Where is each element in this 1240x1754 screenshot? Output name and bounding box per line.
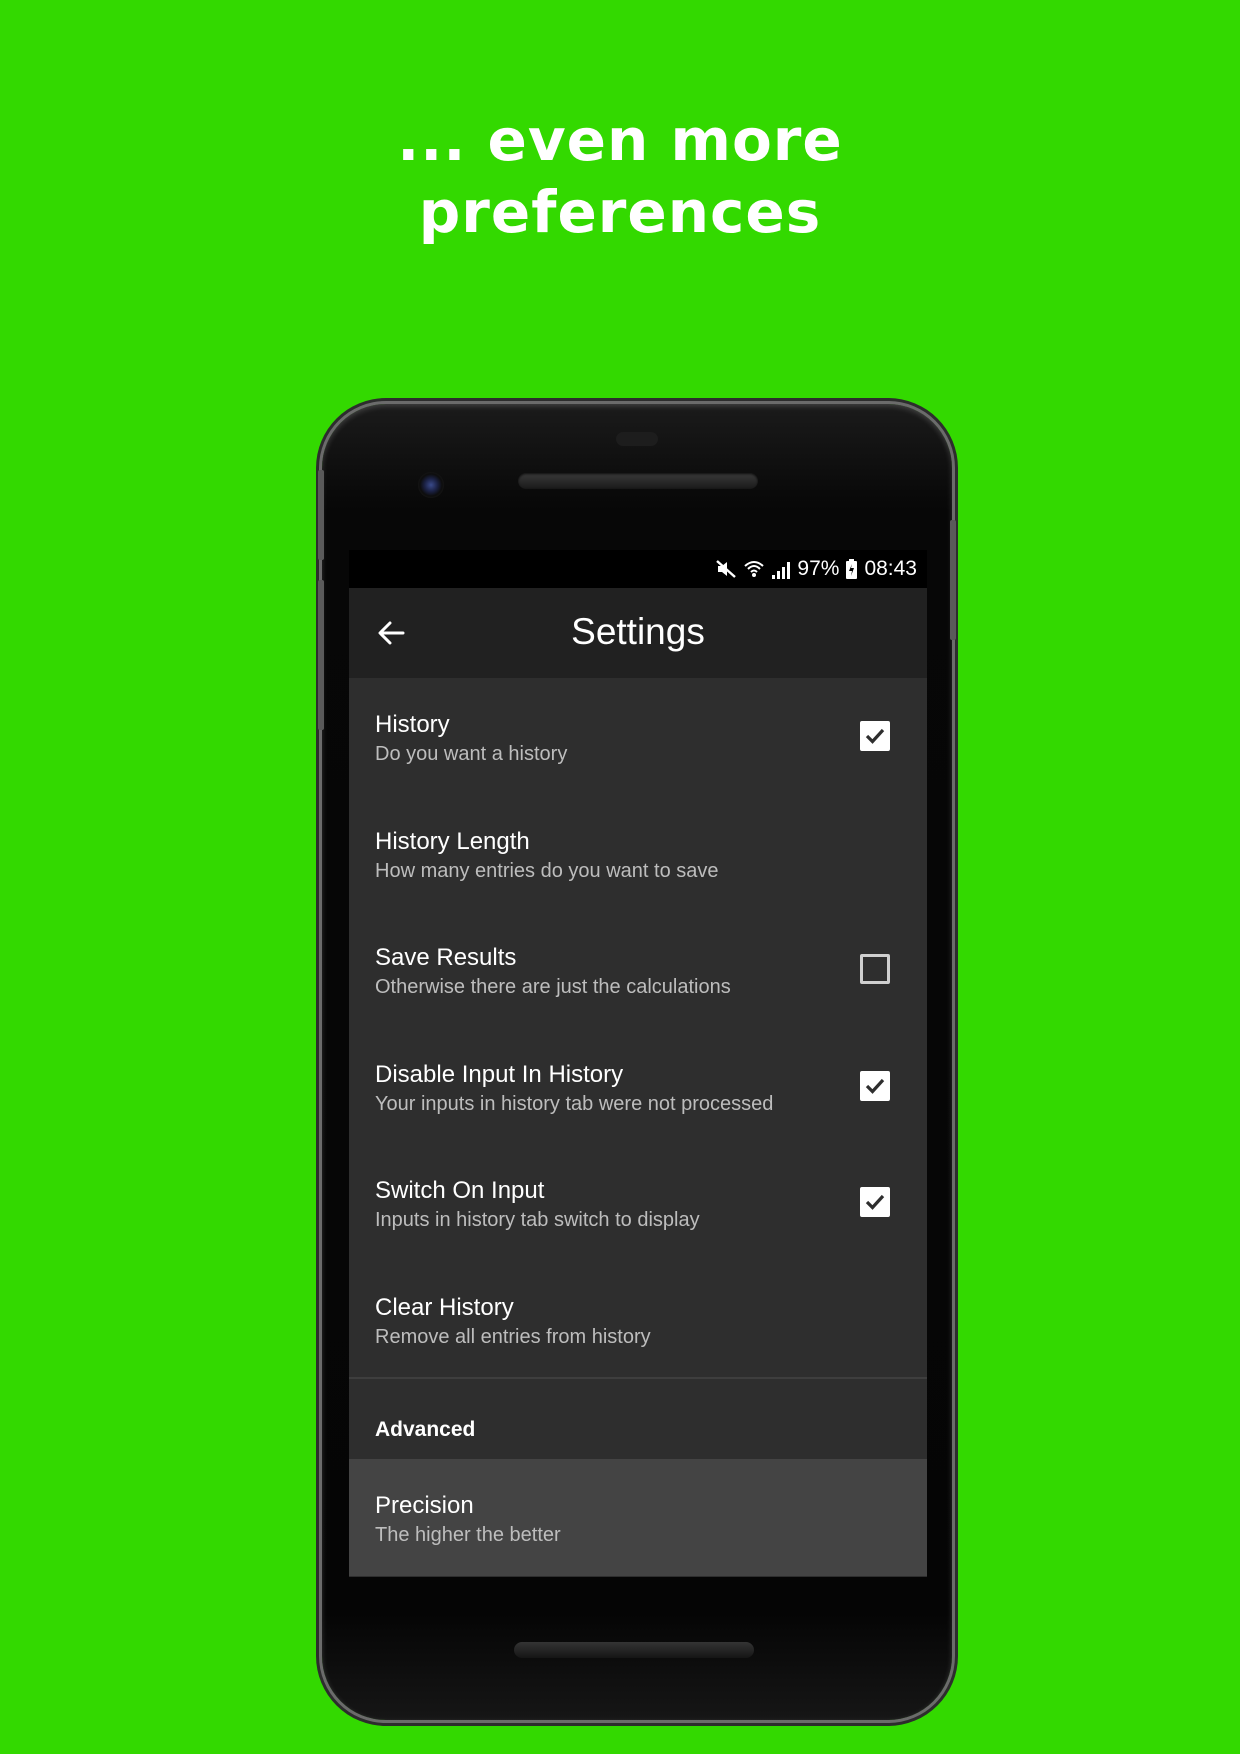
wifi-icon bbox=[743, 558, 765, 580]
signal-icon bbox=[771, 558, 791, 580]
phone-earpiece bbox=[518, 473, 758, 489]
pref-title: Disable Input In History bbox=[375, 1060, 624, 1088]
pref-save-results[interactable]: Save Results Otherwise there are just th… bbox=[349, 911, 927, 1028]
pref-disable-input-in-history[interactable]: Disable Input In History Your inputs in … bbox=[349, 1028, 927, 1145]
pref-summary: Your inputs in history tab were not proc… bbox=[375, 1092, 774, 1115]
disable-input-checkbox[interactable] bbox=[860, 1070, 890, 1101]
pref-title: Precision bbox=[375, 1492, 474, 1519]
status-time: 08:43 bbox=[864, 557, 917, 580]
pref-summary: How many entries do you want to save bbox=[375, 859, 719, 882]
headline-line-2: preferences bbox=[418, 178, 822, 246]
phone-volume-button bbox=[318, 580, 324, 730]
page-title: Settings bbox=[571, 611, 705, 652]
phone-side-button-right bbox=[950, 520, 956, 640]
pref-history[interactable]: History Do you want a history bbox=[349, 678, 927, 795]
headline-line-1: ... even more bbox=[397, 106, 843, 174]
category-advanced: Advanced bbox=[375, 1418, 476, 1441]
switch-on-input-checkbox[interactable] bbox=[860, 1187, 890, 1217]
phone-screen: 97% 08:43 Settings History Do you want a… bbox=[349, 550, 927, 1577]
pref-title: Clear History bbox=[375, 1293, 514, 1321]
pref-title: History Length bbox=[375, 827, 530, 855]
phone-top-slit bbox=[616, 432, 658, 446]
pref-history-length[interactable]: History Length How many entries do you w… bbox=[349, 795, 927, 912]
pref-summary: The higher the better bbox=[375, 1524, 561, 1546]
status-bar: 97% 08:43 bbox=[349, 550, 927, 588]
battery-percent: 97% bbox=[797, 557, 840, 580]
check-icon bbox=[865, 728, 885, 744]
promo-headline: ... even more preferences bbox=[0, 104, 1240, 248]
phone-power-button bbox=[318, 470, 324, 560]
check-icon bbox=[865, 1194, 885, 1210]
front-camera bbox=[418, 472, 444, 498]
pref-title: Save Results bbox=[375, 944, 517, 971]
check-icon bbox=[865, 1078, 885, 1094]
save-results-checkbox[interactable] bbox=[860, 954, 890, 984]
pref-summary: Inputs in history tab switch to display bbox=[375, 1209, 700, 1231]
mute-icon bbox=[715, 558, 737, 580]
pref-summary: Do you want a history bbox=[375, 743, 568, 765]
pref-summary: Remove all entries from history bbox=[375, 1325, 651, 1348]
pref-precision[interactable]: Precision The higher the better bbox=[349, 1459, 927, 1576]
pref-title: Switch On Input bbox=[375, 1177, 545, 1204]
battery-icon bbox=[845, 558, 858, 580]
phone-bottom-speaker bbox=[514, 1642, 754, 1658]
pref-summary: Otherwise there are just the calculation… bbox=[375, 976, 731, 998]
history-checkbox[interactable] bbox=[860, 721, 890, 751]
app-bar: Settings bbox=[349, 588, 927, 678]
pref-switch-on-input[interactable]: Switch On Input Inputs in history tab sw… bbox=[349, 1144, 927, 1261]
pref-clear-history[interactable]: Clear History Remove all entries from hi… bbox=[349, 1261, 927, 1378]
pref-title: History bbox=[375, 711, 450, 738]
preference-list: History Do you want a history History Le… bbox=[349, 678, 927, 1576]
